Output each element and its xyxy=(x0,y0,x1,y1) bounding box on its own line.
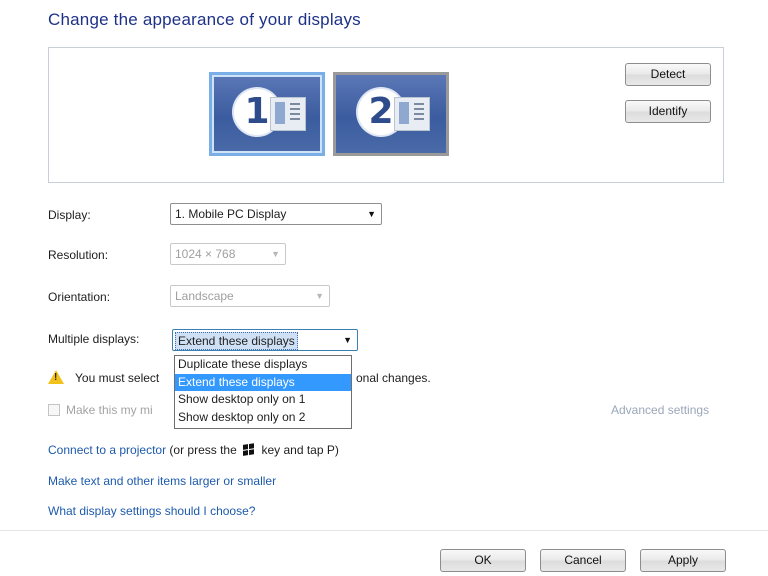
dropdown-option-extend[interactable]: Extend these displays xyxy=(175,373,351,391)
multiple-displays-dropdown: Duplicate these displays Extend these di… xyxy=(174,355,352,429)
main-display-label: Make this my mi xyxy=(66,403,153,417)
resolution-label: Resolution: xyxy=(48,248,109,262)
monitor-1-icon xyxy=(270,97,306,131)
detect-button[interactable]: Detect xyxy=(625,63,711,86)
chevron-down-icon: ▼ xyxy=(271,249,280,259)
warning-text-end: onal changes. xyxy=(356,371,431,385)
dropdown-option-desktop-2[interactable]: Show desktop only on 2 xyxy=(175,409,351,427)
multiple-displays-select-value: Extend these displays xyxy=(175,332,298,350)
monitor-2[interactable]: 2 xyxy=(333,72,449,156)
dropdown-option-duplicate[interactable]: Duplicate these displays xyxy=(175,356,351,374)
footer-divider xyxy=(0,530,768,531)
chevron-down-icon: ▼ xyxy=(367,209,376,219)
resolution-select-value: 1024 × 768 xyxy=(175,247,236,261)
projector-hint-end: key and tap P) xyxy=(261,443,339,457)
monitor-2-icon xyxy=(394,97,430,131)
orientation-label: Orientation: xyxy=(48,290,111,304)
projector-row: Connect to a projector (or press the key… xyxy=(48,443,339,457)
display-help-link[interactable]: What display settings should I choose? xyxy=(48,504,255,518)
warning-icon: ! xyxy=(48,370,64,384)
apply-button[interactable]: Apply xyxy=(640,549,726,572)
multiple-displays-select[interactable]: Extend these displays ▼ xyxy=(172,329,358,351)
dropdown-option-desktop-1[interactable]: Show desktop only on 1 xyxy=(175,391,351,409)
page-title: Change the appearance of your displays xyxy=(48,10,361,29)
identify-button[interactable]: Identify xyxy=(625,100,711,123)
display-label: Display: xyxy=(48,208,91,222)
multiple-displays-label: Multiple displays: xyxy=(48,332,140,346)
cancel-button[interactable]: Cancel xyxy=(540,549,626,572)
text-size-link[interactable]: Make text and other items larger or smal… xyxy=(48,474,276,488)
display-select[interactable]: 1. Mobile PC Display ▼ xyxy=(170,203,382,225)
ok-button[interactable]: OK xyxy=(440,549,526,572)
windows-key-icon xyxy=(243,443,256,456)
projector-hint-start: (or press the xyxy=(169,443,237,457)
orientation-select: Landscape ▼ xyxy=(170,285,330,307)
chevron-down-icon: ▼ xyxy=(315,291,324,301)
orientation-select-value: Landscape xyxy=(175,289,234,303)
connect-projector-link[interactable]: Connect to a projector xyxy=(48,443,166,457)
chevron-down-icon: ▼ xyxy=(343,335,352,345)
advanced-settings-link[interactable]: Advanced settings xyxy=(611,403,709,417)
main-display-checkbox[interactable] xyxy=(48,404,60,416)
resolution-select: 1024 × 768 ▼ xyxy=(170,243,286,265)
display-preview-area: 1 2 Detect Identify xyxy=(48,47,724,183)
monitor-1[interactable]: 1 xyxy=(209,72,325,156)
warning-text-start: You must select xyxy=(75,371,160,385)
display-select-value: 1. Mobile PC Display xyxy=(175,207,287,221)
